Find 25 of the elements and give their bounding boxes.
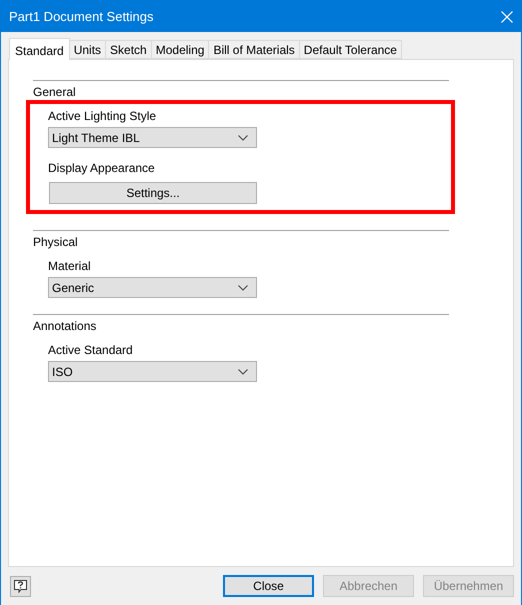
tab[interactable]: Modeling — [152, 40, 210, 59]
dropdown[interactable]: ISO — [48, 361, 257, 382]
settings-button[interactable]: Settings... — [49, 182, 257, 204]
field-label: Active Lighting Style — [48, 108, 158, 124]
chevron-down-icon — [238, 368, 248, 374]
tab[interactable]: Default Tolerance — [300, 40, 402, 59]
chevron-down-icon — [238, 284, 248, 290]
field-label: Active Standard — [48, 342, 134, 358]
chevron-down-icon — [238, 134, 248, 140]
tab[interactable]: Sketch — [106, 40, 152, 59]
window-title: Part1 Document Settings — [9, 8, 154, 26]
dropdown[interactable]: Generic — [48, 277, 257, 298]
help-icon — [13, 578, 28, 594]
section-title: Physical — [33, 234, 79, 250]
field-label: Material — [48, 258, 92, 274]
field-label: Display Appearance — [48, 160, 156, 176]
tab[interactable]: Standard — [9, 38, 70, 60]
section-title: General — [33, 84, 77, 100]
tab[interactable]: Bill of Materials — [209, 40, 300, 59]
dialog-button[interactable]: Close — [223, 575, 314, 597]
dropdown[interactable]: Light Theme IBL — [48, 127, 257, 148]
close-icon[interactable] — [501, 10, 513, 22]
help-button[interactable] — [10, 576, 31, 596]
section-title: Annotations — [33, 318, 98, 334]
tab[interactable]: Units — [70, 40, 106, 59]
